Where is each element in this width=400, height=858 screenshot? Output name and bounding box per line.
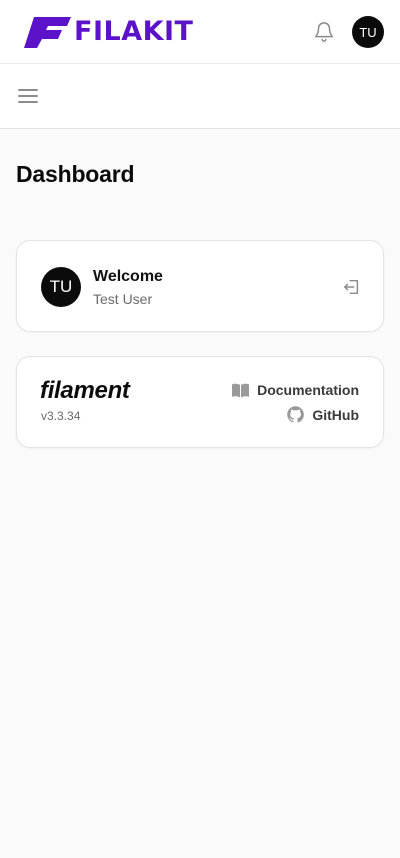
book-open-icon [232, 383, 250, 397]
welcome-user-name: Test User [93, 291, 153, 307]
documentation-label: Documentation [257, 382, 359, 398]
brand-name: FILAKIT [74, 16, 194, 47]
welcome-avatar-initials: TU [49, 277, 73, 296]
top-navbar: FILAKIT TU [0, 0, 400, 64]
user-avatar[interactable]: TU [352, 16, 384, 48]
bell-icon[interactable] [313, 21, 335, 43]
filament-version: v3.3.34 [41, 409, 81, 423]
hamburger-icon[interactable] [18, 87, 38, 105]
brand-logo[interactable]: FILAKIT [24, 14, 193, 50]
github-label: GitHub [312, 406, 359, 423]
sign-out-icon[interactable] [343, 278, 361, 296]
github-icon [287, 406, 305, 423]
welcome-avatar: TU [41, 267, 81, 307]
documentation-link[interactable]: Documentation [232, 382, 359, 398]
filament-logo[interactable]: filament [40, 377, 130, 405]
sub-navbar [0, 64, 400, 129]
filament-info-card: filament v3.3.34 Documentation GitHub [16, 356, 384, 448]
avatar-initials: TU [359, 24, 377, 40]
filakit-logo-mark-icon [24, 17, 71, 48]
github-link[interactable]: GitHub [286, 405, 359, 424]
welcome-card: TU Welcome Test User [16, 240, 384, 332]
welcome-title: Welcome [93, 268, 163, 285]
page-title: Dashboard [16, 161, 135, 187]
